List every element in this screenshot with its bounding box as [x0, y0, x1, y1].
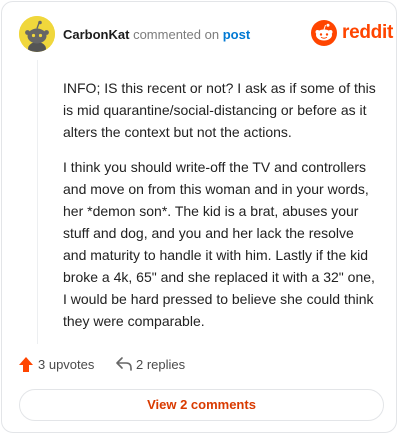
comment-card: CarbonKat commented on post reddit INFO;… — [1, 1, 397, 433]
avatar[interactable] — [19, 16, 55, 52]
upvote-arrow-icon — [19, 357, 33, 372]
reddit-logo[interactable]: reddit — [311, 20, 393, 48]
snoo-avatar-icon — [19, 16, 55, 52]
reply-count: 2 replies — [136, 357, 186, 372]
reddit-snoo-icon — [311, 20, 337, 46]
author-name[interactable]: CarbonKat — [63, 27, 129, 42]
post-link[interactable]: post — [223, 27, 250, 42]
byline-verb: commented on — [133, 27, 220, 42]
comment-header: CarbonKat commented on post reddit — [19, 16, 393, 56]
upvote-count: 3 upvotes — [38, 357, 95, 372]
comment-paragraph: I think you should write-off the TV and … — [63, 159, 375, 329]
byline: CarbonKat commented on post — [63, 27, 250, 43]
thread-line — [37, 60, 38, 344]
reply-arrow-icon — [116, 357, 132, 371]
view-comments-button[interactable]: View 2 comments — [19, 389, 384, 421]
comment-paragraph: INFO; IS this recent or not? I ask as if… — [63, 80, 376, 140]
comment-body: INFO; IS this recent or not? I ask as if… — [63, 77, 379, 345]
reddit-wordmark: reddit — [342, 22, 393, 43]
